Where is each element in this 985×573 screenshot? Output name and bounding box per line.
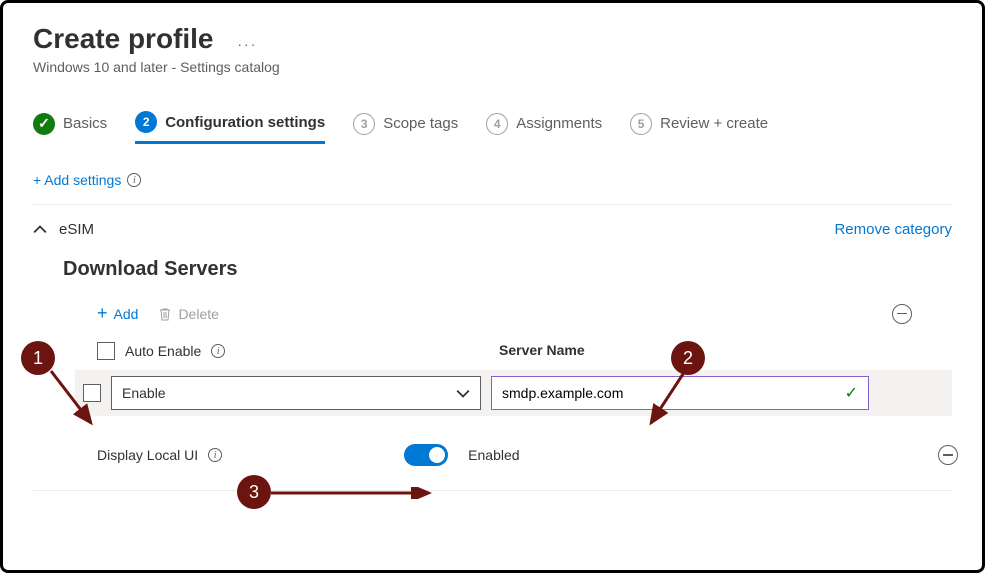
delete-label: Delete xyxy=(178,306,218,322)
annotation-2: 2 xyxy=(671,341,705,375)
step-assignments[interactable]: 4 Assignments xyxy=(486,113,602,143)
step-review-create[interactable]: 5 Review + create xyxy=(630,113,768,143)
collapse-icon[interactable] xyxy=(938,445,958,465)
plus-icon: + xyxy=(97,303,108,324)
auto-enable-dropdown[interactable]: Enable xyxy=(111,376,481,410)
step-number-icon: 2 xyxy=(135,111,157,133)
info-icon[interactable]: i xyxy=(127,173,141,187)
table-row: Enable ✓ xyxy=(75,370,952,416)
info-icon[interactable]: i xyxy=(211,344,225,358)
divider xyxy=(33,490,952,491)
info-icon[interactable]: i xyxy=(208,448,222,462)
page-subtitle: Windows 10 and later - Settings catalog xyxy=(33,59,952,75)
more-icon[interactable]: ··· xyxy=(237,36,257,52)
step-number-icon: 5 xyxy=(630,113,652,135)
check-icon: ✓ xyxy=(33,113,55,135)
step-basics[interactable]: ✓ Basics xyxy=(33,113,107,143)
trash-icon xyxy=(158,307,172,321)
display-local-ui-toggle[interactable] xyxy=(404,444,448,466)
step-label: Assignments xyxy=(516,115,602,132)
dropdown-value: Enable xyxy=(122,385,166,401)
collapse-icon[interactable] xyxy=(892,304,912,324)
category-name: eSIM xyxy=(59,221,94,238)
delete-button: Delete xyxy=(158,306,218,322)
add-button[interactable]: + Add xyxy=(97,303,138,324)
wizard-steps: ✓ Basics 2 Configuration settings 3 Scop… xyxy=(33,111,952,144)
chevron-up-icon[interactable] xyxy=(33,223,47,237)
add-label: Add xyxy=(114,306,139,322)
toggle-knob xyxy=(429,447,445,463)
step-configuration-settings[interactable]: 2 Configuration settings xyxy=(135,111,325,144)
step-label: Basics xyxy=(63,115,107,132)
section-title: Download Servers xyxy=(63,258,952,281)
column-auto-enable: Auto Enable xyxy=(125,343,201,359)
step-scope-tags[interactable]: 3 Scope tags xyxy=(353,113,458,143)
toggle-state-label: Enabled xyxy=(468,447,519,463)
step-label: Scope tags xyxy=(383,115,458,132)
annotation-3: 3 xyxy=(237,475,271,509)
page-title: Create profile xyxy=(33,23,214,55)
remove-category-button[interactable]: Remove category xyxy=(834,221,952,238)
select-all-checkbox[interactable] xyxy=(97,342,115,360)
chevron-down-icon xyxy=(456,386,470,400)
display-local-ui-label: Display Local UI xyxy=(97,447,198,463)
step-number-icon: 4 xyxy=(486,113,508,135)
divider xyxy=(33,204,952,205)
checkmark-icon: ✓ xyxy=(845,383,858,403)
step-label: Review + create xyxy=(660,115,768,132)
annotation-1: 1 xyxy=(21,341,55,375)
add-settings-button[interactable]: + Add settings xyxy=(33,172,121,188)
step-number-icon: 3 xyxy=(353,113,375,135)
step-label: Configuration settings xyxy=(165,114,325,131)
